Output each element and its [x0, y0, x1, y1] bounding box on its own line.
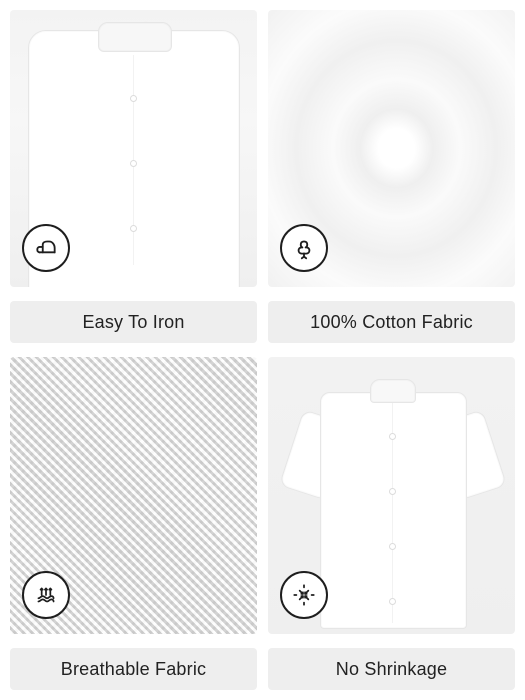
- no-shrinkage-label: No Shrinkage: [268, 648, 515, 690]
- shirt-button: [130, 160, 137, 167]
- shirt-button: [130, 95, 137, 102]
- shrink-icon: [280, 571, 328, 619]
- easy-to-iron-image: [10, 10, 257, 287]
- shirt-button: [389, 488, 396, 495]
- cotton-fabric-label: 100% Cotton Fabric: [268, 301, 515, 343]
- cotton-fabric-image: [268, 10, 515, 287]
- breathable-fabric-image: [10, 357, 257, 634]
- iron-icon: [22, 224, 70, 272]
- shirt-buttons: [389, 403, 396, 623]
- shirt-button: [130, 225, 137, 232]
- breathable-fabric-label: Breathable Fabric: [10, 648, 257, 690]
- easy-to-iron-label: Easy To Iron: [10, 301, 257, 343]
- shirt-collar: [370, 379, 416, 403]
- cotton-icon: [280, 224, 328, 272]
- shirt-button: [389, 598, 396, 605]
- shirt-button: [389, 433, 396, 440]
- shirt-collar: [98, 22, 172, 52]
- breathable-icon: [22, 571, 70, 619]
- shirt-buttons: [130, 55, 137, 265]
- shirt-flat-image: [320, 392, 467, 629]
- shirt-button: [389, 543, 396, 550]
- no-shrinkage-image: [268, 357, 515, 634]
